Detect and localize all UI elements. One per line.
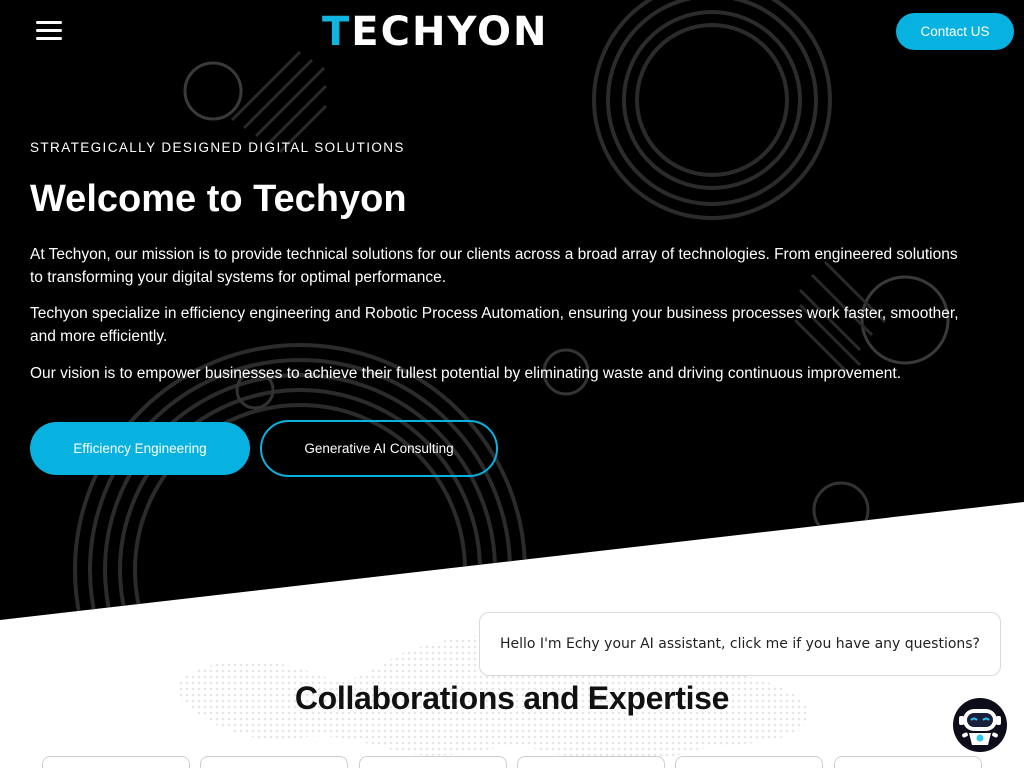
techyon-logo[interactable]: T ECHYON <box>322 10 548 54</box>
ai-assistant-bubble[interactable]: Hello I'm Echy your AI assistant, click … <box>479 612 1001 676</box>
partner-card[interactable] <box>359 756 507 768</box>
hero-eyebrow: STRATEGICALLY DESIGNED DIGITAL SOLUTIONS <box>30 140 405 155</box>
chatbot-avatar-icon[interactable] <box>952 697 1008 753</box>
partner-card[interactable] <box>834 756 982 768</box>
logo-accent-letter: T <box>322 9 352 55</box>
logo-wordmark: ECHYON <box>351 9 549 55</box>
generative-ai-consulting-button[interactable]: Generative AI Consulting <box>260 420 498 477</box>
collaborations-heading: Collaborations and Expertise <box>294 680 730 716</box>
vision-paragraph: Our vision is to empower businesses to a… <box>30 365 902 382</box>
partner-card[interactable] <box>517 756 665 768</box>
partner-card[interactable] <box>675 756 823 768</box>
specialization-paragraph: Techyon specialize in efficiency enginee… <box>30 305 959 345</box>
page-title: Welcome to Techyon <box>30 178 407 220</box>
partner-card[interactable] <box>42 756 190 768</box>
contact-us-button[interactable]: Contact US <box>896 13 1014 50</box>
efficiency-engineering-button[interactable]: Efficiency Engineering <box>30 422 250 475</box>
site-header: T ECHYON Contact US <box>0 0 1024 64</box>
mission-paragraph: At Techyon, our mission is to provide te… <box>30 246 958 286</box>
hamburger-menu-icon[interactable] <box>36 21 62 43</box>
partner-card[interactable] <box>200 756 348 768</box>
